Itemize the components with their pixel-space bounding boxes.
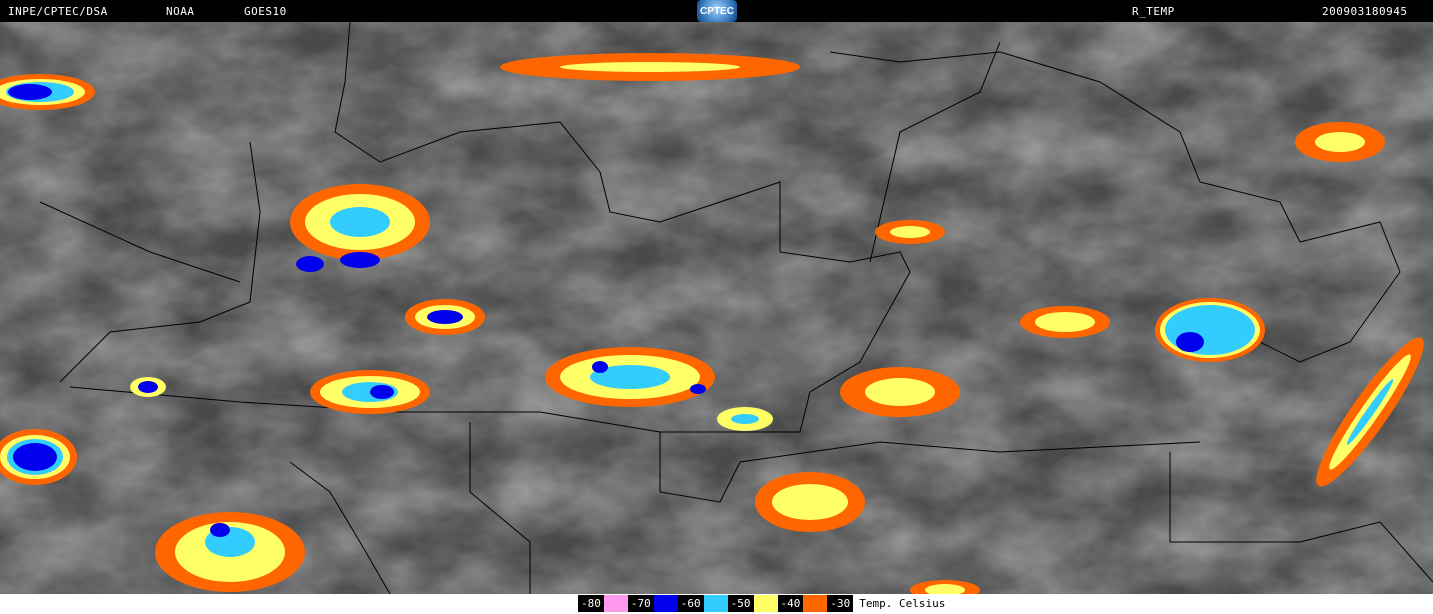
legend-label: -70 [627, 595, 654, 612]
legend-swatch [753, 595, 778, 612]
legend-label: -40 [777, 595, 804, 612]
legend-swatch [803, 595, 828, 612]
legend-label: -60 [677, 595, 704, 612]
satellite-label: GOES10 [244, 5, 287, 18]
legend-swatch [603, 595, 628, 612]
legend-swatch [653, 595, 678, 612]
header-bar: INPE/CPTEC/DSA NOAA GOES10 CPTEC R_TEMP … [0, 0, 1433, 22]
legend-unit: Temp. Celsius [859, 597, 946, 610]
product-label: R_TEMP [1132, 5, 1175, 18]
legend-label: -80 [578, 595, 604, 612]
legend-label: -30 [827, 595, 854, 612]
satellite-image [0, 22, 1433, 594]
legend-swatch [703, 595, 728, 612]
legend-label: -50 [727, 595, 754, 612]
timestamp-label: 200903180945 [1322, 5, 1408, 18]
agency-label: NOAA [166, 5, 195, 18]
source-label: INPE/CPTEC/DSA [8, 5, 108, 18]
cptec-logo: CPTEC [697, 0, 737, 22]
temperature-legend: -80 -70 -60 -50 -40 -30 Temp. Celsius [578, 595, 945, 612]
